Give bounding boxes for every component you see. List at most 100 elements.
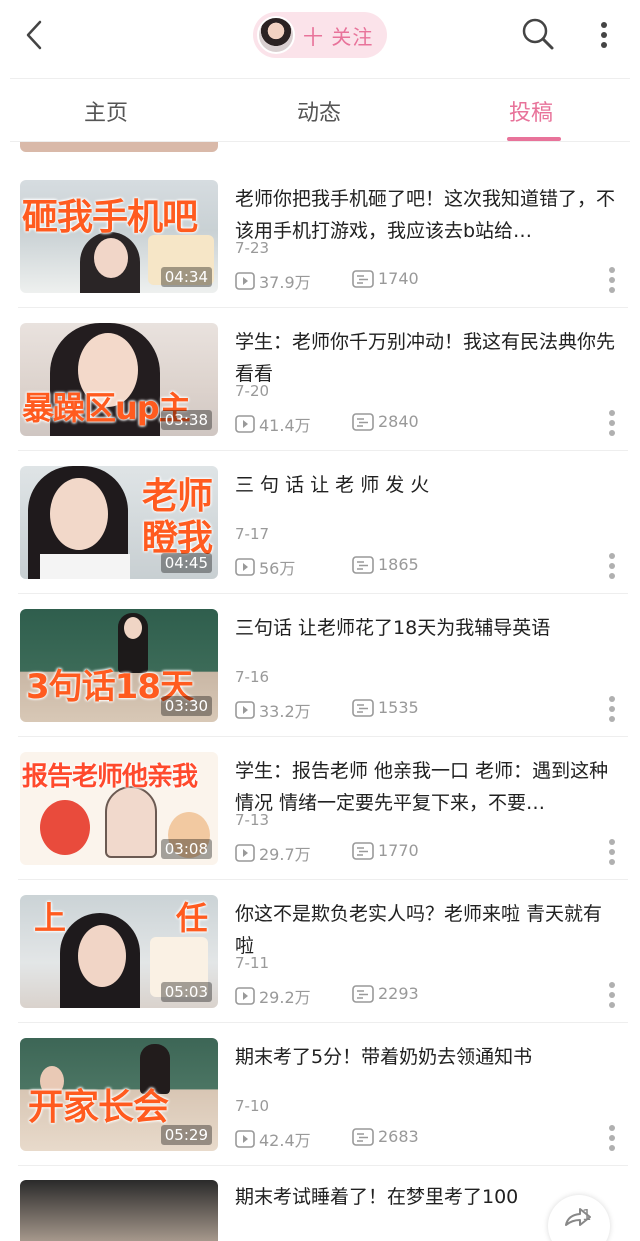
video-duration: 03:08	[160, 839, 212, 859]
video-date: 7-23	[235, 239, 270, 257]
list-item[interactable]: 报告老师他亲我 03:08 学生：报告老师 他亲我一口 老师：遇到这种情况 情绪…	[0, 737, 640, 880]
danmaku-icon	[352, 1127, 374, 1146]
list-item[interactable]: 砸我手机吧 04:34 老师你把我手机砸了吧！这次我知道错了，不该用手机打游戏，…	[0, 165, 640, 308]
more-vertical-icon[interactable]	[602, 694, 622, 724]
video-date: 7-10	[235, 1097, 270, 1115]
follow-button[interactable]: 十 关注	[253, 12, 387, 58]
more-vertical-icon[interactable]	[602, 1123, 622, 1153]
search-icon[interactable]	[520, 16, 556, 52]
danmaku-count-value: 2840	[378, 412, 419, 431]
video-title[interactable]: 三句话 让老师花了18天为我辅导英语	[235, 612, 620, 644]
play-icon	[235, 844, 255, 862]
play-icon	[235, 1130, 255, 1148]
danmaku-icon	[352, 698, 374, 717]
active-tab-indicator	[507, 137, 561, 141]
play-count: 37.9万	[235, 269, 311, 293]
tab-home[interactable]: 主页	[84, 95, 128, 127]
video-duration: 04:45	[160, 553, 212, 573]
thumbnail-caption: 上任鹅	[34, 899, 218, 937]
share-icon	[565, 1208, 591, 1226]
video-thumbnail[interactable]	[20, 142, 218, 152]
play-count: 41.4万	[235, 412, 311, 436]
play-icon	[235, 558, 255, 576]
video-date: 7-16	[235, 668, 270, 686]
danmaku-icon	[352, 984, 374, 1003]
video-duration: 03:38	[160, 410, 212, 430]
more-vertical-icon[interactable]	[592, 18, 616, 52]
thumbnail-caption: 砸我手机吧	[22, 197, 198, 238]
danmaku-count: 1535	[352, 698, 419, 717]
list-item[interactable]: 3句话18天 03:30 三句话 让老师花了18天为我辅导英语 7-16 33.…	[0, 594, 640, 737]
danmaku-count: 2840	[352, 412, 419, 431]
video-thumbnail[interactable]	[20, 1180, 218, 1241]
video-duration: 04:34	[160, 267, 212, 287]
danmaku-count-value: 1865	[378, 555, 419, 574]
play-count-value: 29.2万	[259, 988, 311, 1007]
danmaku-count-value: 1770	[378, 841, 419, 860]
video-date: 7-11	[235, 954, 270, 972]
play-count-value: 42.4万	[259, 1131, 311, 1150]
more-vertical-icon[interactable]	[602, 408, 622, 438]
play-count: 29.2万	[235, 984, 311, 1008]
list-item[interactable]: 开家长会 05:29 期末考了5分！带着奶奶去领通知书 7-10 42.4万 2…	[0, 1023, 640, 1166]
danmaku-count: 2293	[352, 984, 419, 1003]
share-button[interactable]	[548, 1195, 610, 1241]
video-title[interactable]: 学生：报告老师 他亲我一口 老师：遇到这种情况 情绪一定要先平复下来，不要…	[235, 755, 620, 819]
video-title[interactable]: 学生：老师你千万别冲动！我这有民法典你先看看	[235, 326, 620, 390]
video-thumbnail[interactable]: 暴躁区up主 03:38	[20, 323, 218, 436]
thumbnail-caption: 老师瞪我	[141, 476, 213, 559]
video-title[interactable]: 你这不是欺负老实人吗？老师来啦 青天就有啦	[235, 898, 620, 962]
play-count: 56万	[235, 555, 295, 579]
video-duration: 03:30	[160, 696, 212, 716]
play-icon	[235, 415, 255, 433]
danmaku-icon	[352, 555, 374, 574]
follow-label: 十 关注	[303, 24, 374, 49]
list-item[interactable]: 老师瞪我 04:45 三 句 话 让 老 师 发 火 7-17 56万 1865	[0, 451, 640, 594]
play-icon	[235, 987, 255, 1005]
top-bar: 十 关注	[0, 0, 640, 72]
more-vertical-icon[interactable]	[602, 980, 622, 1010]
play-icon	[235, 701, 255, 719]
play-count-value: 33.2万	[259, 702, 311, 721]
video-thumbnail[interactable]: 老师瞪我 04:45	[20, 466, 218, 579]
danmaku-icon	[352, 412, 374, 431]
chevron-left-icon[interactable]	[18, 18, 52, 52]
danmaku-count-value: 2293	[378, 984, 419, 1003]
play-count-value: 41.4万	[259, 416, 311, 435]
danmaku-count-value: 2683	[378, 1127, 419, 1146]
danmaku-count-value: 1535	[378, 698, 419, 717]
list-item[interactable]: 期末考试睡着了！在梦里考了100	[0, 1165, 640, 1241]
video-thumbnail[interactable]: 开家长会 05:29	[20, 1038, 218, 1151]
video-date: 7-13	[235, 811, 270, 829]
danmaku-count-value: 1740	[378, 269, 419, 288]
danmaku-count: 1770	[352, 841, 419, 860]
video-title[interactable]: 老师你把我手机砸了吧！这次我知道错了，不该用手机打游戏，我应该去b站给…	[235, 183, 620, 247]
play-count: 29.7万	[235, 841, 311, 865]
list-item[interactable]: 暴躁区up主 03:38 学生：老师你千万别冲动！我这有民法典你先看看 7-20…	[0, 308, 640, 451]
list-item-partial[interactable]	[0, 142, 640, 164]
more-vertical-icon[interactable]	[602, 265, 622, 295]
danmaku-icon	[352, 269, 374, 288]
play-count-value: 29.7万	[259, 845, 311, 864]
video-duration: 05:29	[160, 1125, 212, 1145]
tab-dynamics[interactable]: 动态	[297, 95, 341, 127]
video-date: 7-17	[235, 525, 270, 543]
play-count-value: 56万	[259, 559, 296, 578]
video-thumbnail[interactable]: 3句话18天 03:30	[20, 609, 218, 722]
tab-bar: 主页 动态 投稿	[10, 78, 630, 142]
video-date: 7-20	[235, 382, 270, 400]
thumbnail-caption: 报告老师他亲我	[22, 762, 198, 792]
danmaku-count: 2683	[352, 1127, 419, 1146]
more-vertical-icon[interactable]	[602, 551, 622, 581]
list-item[interactable]: 上任鹅 05:03 你这不是欺负老实人吗？老师来啦 青天就有啦 7-11 29.…	[0, 880, 640, 1023]
video-thumbnail[interactable]: 报告老师他亲我 03:08	[20, 752, 218, 865]
video-title[interactable]: 期末考了5分！带着奶奶去领通知书	[235, 1041, 620, 1073]
more-vertical-icon[interactable]	[602, 837, 622, 867]
video-duration: 05:03	[160, 982, 212, 1002]
avatar[interactable]	[257, 16, 295, 54]
danmaku-count: 1740	[352, 269, 419, 288]
video-title[interactable]: 三 句 话 让 老 师 发 火	[235, 469, 620, 501]
tab-uploads[interactable]: 投稿	[509, 95, 553, 127]
video-thumbnail[interactable]: 砸我手机吧 04:34	[20, 180, 218, 293]
video-thumbnail[interactable]: 上任鹅 05:03	[20, 895, 218, 1008]
